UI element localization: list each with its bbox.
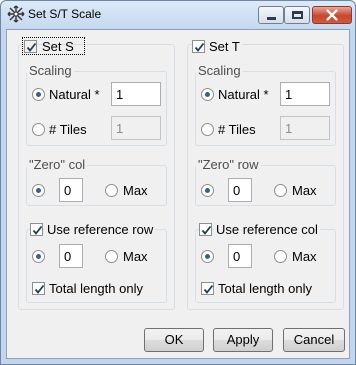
maximize-button[interactable] — [284, 6, 310, 24]
maximize-icon — [292, 11, 303, 19]
radio-selected-dot — [36, 254, 41, 259]
tiles-input-t[interactable] — [280, 116, 330, 140]
radio-selected-dot — [36, 92, 41, 97]
apply-button[interactable]: Apply — [213, 328, 273, 352]
checkmark-icon — [32, 225, 43, 235]
reference-col-max-label: Max — [292, 249, 317, 264]
checkmark-icon — [194, 42, 205, 52]
checkmark-icon — [34, 284, 45, 294]
reference-row-max-radio[interactable] — [105, 250, 118, 263]
total-length-label-s: Total length only — [49, 281, 143, 296]
scaling-legend-s: Scaling — [27, 63, 74, 78]
checkmark-icon — [201, 225, 212, 235]
minimize-icon — [267, 17, 276, 20]
total-length-checkbox-s[interactable] — [32, 282, 45, 295]
dialog-window: Set S/T Scale Set S Scaling Natural * # … — [0, 0, 356, 365]
scale-tool-icon — [7, 5, 25, 23]
reference-col-value-radio[interactable] — [201, 250, 214, 263]
zero-row-input[interactable] — [228, 178, 252, 202]
total-length-checkbox-t[interactable] — [201, 282, 214, 295]
radio-selected-dot — [205, 254, 210, 259]
scaling-legend-t: Scaling — [196, 63, 243, 78]
zero-row-max-radio[interactable] — [274, 184, 287, 197]
set-t-checkbox[interactable] — [192, 40, 205, 53]
use-reference-col-checkbox[interactable] — [199, 223, 212, 236]
zero-col-value-radio[interactable] — [32, 184, 45, 197]
use-reference-row-label: Use reference row — [45, 222, 156, 237]
reference-col-input[interactable] — [228, 244, 252, 268]
use-reference-col-label: Use reference col — [214, 222, 320, 237]
zero-row-legend: "Zero" row — [196, 157, 261, 172]
radio-selected-dot — [36, 188, 41, 193]
zero-row-value-radio[interactable] — [201, 184, 214, 197]
ok-button[interactable]: OK — [144, 328, 204, 352]
close-button[interactable] — [312, 6, 352, 24]
zero-col-max-radio[interactable] — [105, 184, 118, 197]
checkmark-icon — [26, 42, 37, 52]
reference-row-value-radio[interactable] — [32, 250, 45, 263]
set-s-label: Set S — [42, 39, 74, 54]
tiles-radio-s[interactable] — [32, 123, 45, 136]
natural-label-s: Natural * — [49, 87, 100, 102]
dialog-client-area: Set S Scaling Natural * # Tiles "Zero" c… — [6, 29, 350, 359]
zero-col-input[interactable] — [59, 178, 83, 202]
tiles-label-s: # Tiles — [49, 122, 87, 137]
minimize-button[interactable] — [258, 6, 284, 24]
cancel-button[interactable]: Cancel — [283, 328, 345, 352]
total-length-label-t: Total length only — [218, 281, 312, 296]
checkmark-icon — [203, 284, 214, 294]
natural-label-t: Natural * — [218, 87, 269, 102]
radio-selected-dot — [205, 92, 210, 97]
zero-row-max-label: Max — [292, 183, 317, 198]
use-reference-row-checkbox[interactable] — [30, 223, 43, 236]
set-t-label: Set T — [207, 39, 242, 54]
close-icon — [326, 9, 338, 21]
window-title: Set S/T Scale — [28, 7, 102, 21]
natural-radio-s[interactable] — [32, 88, 45, 101]
title-bar[interactable]: Set S/T Scale — [1, 1, 355, 29]
natural-input-s[interactable] — [111, 82, 161, 106]
set-s-checkbox[interactable] — [24, 40, 37, 53]
tiles-input-s[interactable] — [111, 116, 161, 140]
radio-selected-dot — [205, 188, 210, 193]
tiles-label-t: # Tiles — [218, 122, 256, 137]
zero-col-max-label: Max — [123, 183, 148, 198]
natural-radio-t[interactable] — [201, 88, 214, 101]
reference-col-max-radio[interactable] — [274, 250, 287, 263]
zero-col-legend: "Zero" col — [27, 157, 88, 172]
reference-row-input[interactable] — [59, 244, 83, 268]
natural-input-t[interactable] — [280, 82, 330, 106]
reference-row-max-label: Max — [123, 249, 148, 264]
tiles-radio-t[interactable] — [201, 123, 214, 136]
